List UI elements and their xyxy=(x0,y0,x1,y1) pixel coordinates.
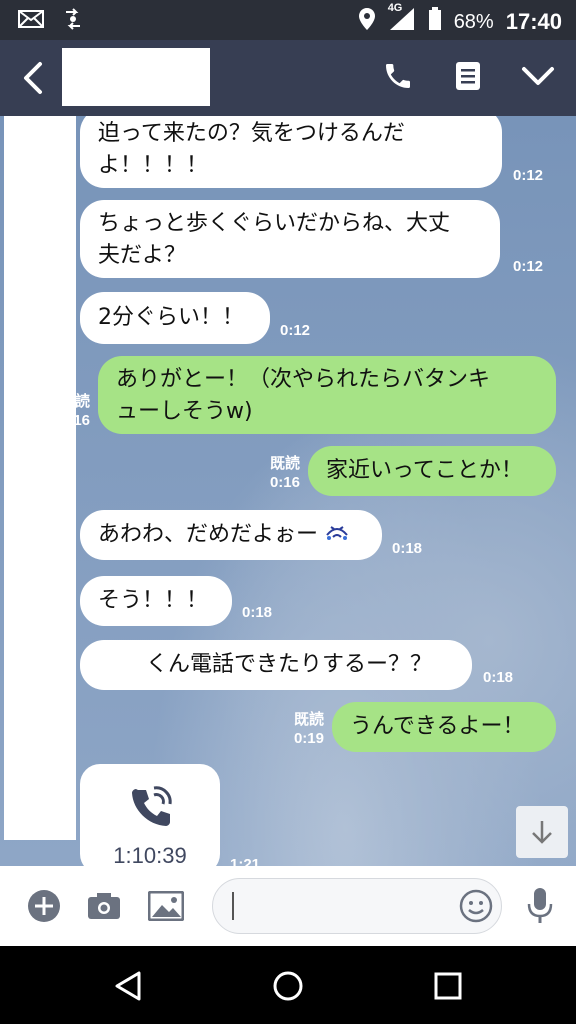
text-caret xyxy=(232,892,234,920)
input-bar xyxy=(0,866,576,946)
message-text: くん電話できたりするー？？ xyxy=(146,652,433,677)
menu-icon[interactable] xyxy=(450,58,486,94)
message-text: よ！！！！ xyxy=(98,153,209,178)
battery-icon xyxy=(428,7,442,37)
message-time: 0:12 xyxy=(513,167,544,184)
message-time: 0:16 xyxy=(269,474,300,491)
microphone-icon[interactable] xyxy=(522,888,558,924)
system-navigation-bar xyxy=(0,946,576,1024)
message-text: ューしそうw) xyxy=(116,399,253,424)
recents-square-icon[interactable] xyxy=(430,968,466,1004)
message-text: 家近いってことか！ xyxy=(326,458,523,483)
read-receipt: 読 16 xyxy=(62,392,90,430)
call-duration: 1:10:39 xyxy=(113,843,187,866)
message-text: 夫だよ？ xyxy=(98,243,187,268)
location-icon xyxy=(358,7,376,37)
scroll-to-bottom-button[interactable] xyxy=(516,806,568,858)
add-icon[interactable] xyxy=(26,888,62,924)
message-bubble[interactable]: うんできるよー！ xyxy=(332,702,556,752)
message-bubble[interactable]: ちょっと歩くぐらいだからね、大丈 夫だよ？ xyxy=(80,200,500,278)
camera-icon[interactable] xyxy=(86,888,122,924)
back-icon[interactable] xyxy=(18,60,48,96)
read-label: 既読 xyxy=(269,455,300,472)
status-bar: 4G 68% 17:40 xyxy=(0,0,576,40)
mail-icon xyxy=(18,9,44,33)
read-label: 既読 xyxy=(293,711,324,728)
message-time: 16 xyxy=(73,412,90,429)
message-text: ありがとー！（次やられたらバタンキ xyxy=(116,367,491,392)
arrow-down-icon xyxy=(532,821,552,844)
message-bubble[interactable]: そう！！！ xyxy=(80,576,232,626)
back-triangle-icon[interactable] xyxy=(110,968,146,1004)
message-time: 1:21 xyxy=(230,856,261,866)
redacted-avatar-column xyxy=(4,116,76,840)
signal-icon: 4G xyxy=(388,2,416,38)
message-time: 0:18 xyxy=(392,540,423,557)
message-time: 0:18 xyxy=(242,604,273,621)
clock: 17:40 xyxy=(505,9,562,34)
message-text: 2分ぐらい！！ xyxy=(98,305,244,330)
read-receipt: 既読 0:19 xyxy=(278,710,324,748)
message-bubble[interactable]: 迫って来たの？気をつけるんだ よ！！！！ xyxy=(80,116,502,188)
read-receipt: 既読 0:16 xyxy=(256,454,300,492)
message-text: うんできるよー！ xyxy=(350,714,525,739)
message-time: 0:12 xyxy=(280,322,311,339)
chat-header xyxy=(0,40,576,116)
message-bubble[interactable]: 2分ぐらい！！ xyxy=(80,292,270,344)
message-time: 0:12 xyxy=(513,258,544,275)
redacted-contact-name xyxy=(62,48,210,106)
crying-face-icon xyxy=(325,519,349,551)
emoji-icon[interactable] xyxy=(458,888,494,924)
battery-percent: 68% xyxy=(453,10,494,33)
message-text: あわわ、だめだよぉー xyxy=(98,522,319,547)
call-bubble[interactable]: 1:10:39 xyxy=(80,764,220,866)
message-text: そう！！！ xyxy=(98,588,209,613)
message-text: 迫って来たの？気をつけるんだ xyxy=(98,121,405,146)
message-bubble[interactable]: ありがとー！（次やられたらバタンキ ューしそうw) xyxy=(98,356,556,434)
home-circle-icon[interactable] xyxy=(270,968,306,1004)
read-label: 読 xyxy=(74,393,90,410)
message-time: 0:18 xyxy=(483,669,514,686)
phone-icon[interactable] xyxy=(380,58,416,94)
message-text: ちょっと歩くぐらいだからね、大丈 xyxy=(98,211,451,236)
message-bubble[interactable]: あわわ、だめだよぉー xyxy=(80,510,382,560)
chat-area[interactable]: 迫って来たの？気をつけるんだ よ！！！！ 0:12 ちょっと歩くぐらいだからね、… xyxy=(0,116,576,866)
message-bubble[interactable]: 家近いってことか！ xyxy=(308,446,556,496)
message-time: 0:19 xyxy=(293,730,324,747)
sync-icon xyxy=(62,8,84,34)
network-type: 4G xyxy=(387,2,403,14)
message-bubble[interactable]: くん電話できたりするー？？ xyxy=(80,640,472,690)
chevron-down-icon[interactable] xyxy=(520,58,556,94)
image-icon[interactable] xyxy=(148,888,184,924)
phone-call-icon xyxy=(80,764,220,838)
